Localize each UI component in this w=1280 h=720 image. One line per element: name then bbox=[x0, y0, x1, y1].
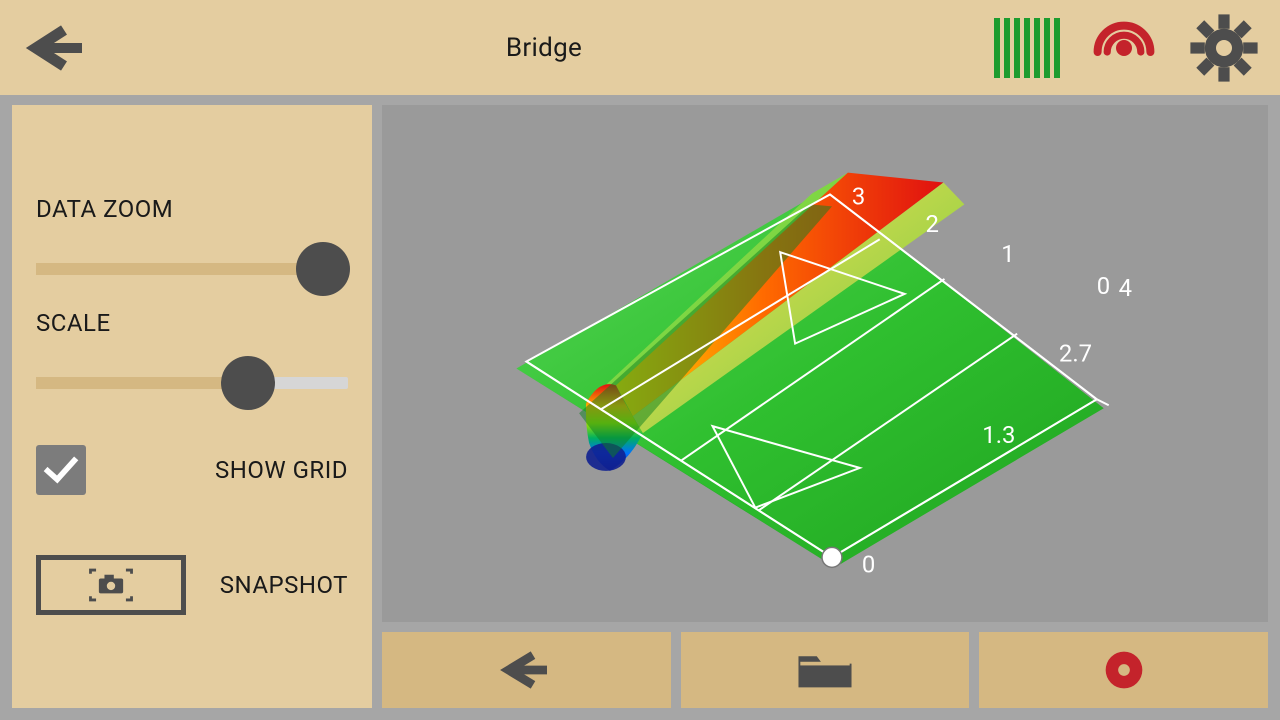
right-column: 3 2 1 0 4 2.7 1.3 0 bbox=[382, 105, 1268, 708]
scale-slider[interactable] bbox=[36, 365, 348, 401]
arrow-left-icon bbox=[14, 18, 94, 78]
axis1-tick: 2 bbox=[926, 210, 939, 238]
toolbar-record-button[interactable] bbox=[979, 632, 1268, 708]
data-zoom-slider[interactable] bbox=[36, 251, 348, 287]
data-zoom-label: DATA ZOOM bbox=[36, 195, 348, 223]
header: Bridge bbox=[0, 0, 1280, 95]
toolbar-back-button[interactable] bbox=[382, 632, 671, 708]
check-icon bbox=[42, 451, 80, 489]
slider-thumb[interactable] bbox=[221, 356, 275, 410]
show-grid-checkbox[interactable] bbox=[36, 445, 86, 495]
viewport-3d[interactable]: 3 2 1 0 4 2.7 1.3 0 bbox=[382, 105, 1268, 622]
back-button[interactable] bbox=[14, 13, 94, 83]
gear-icon[interactable] bbox=[1188, 12, 1260, 84]
show-grid-label: SHOW GRID bbox=[215, 456, 348, 484]
show-grid-row: SHOW GRID bbox=[36, 445, 348, 495]
axis2-tick: 1.3 bbox=[982, 421, 1015, 449]
camera-icon bbox=[83, 566, 139, 604]
axis2-tick: 4 bbox=[1119, 274, 1132, 302]
scale-label: SCALE bbox=[36, 309, 348, 337]
axis2-tick: 2.7 bbox=[1059, 340, 1092, 368]
header-status-icons bbox=[994, 12, 1260, 84]
snapshot-row: SNAPSHOT bbox=[36, 555, 348, 615]
main: DATA ZOOM SCALE SHOW GRID bbox=[0, 95, 1280, 720]
arrow-left-icon bbox=[491, 648, 561, 692]
snapshot-button[interactable] bbox=[36, 555, 186, 615]
axis1-tick: 3 bbox=[852, 182, 865, 210]
bottom-toolbar bbox=[382, 632, 1268, 708]
axis1-tick: 0 bbox=[1097, 272, 1110, 300]
axis1-tick: 1 bbox=[1001, 240, 1014, 268]
signal-bars-icon bbox=[994, 18, 1060, 78]
target-icon bbox=[1088, 12, 1160, 84]
axis2-tick: 0 bbox=[862, 550, 875, 578]
toolbar-folder-button[interactable] bbox=[681, 632, 970, 708]
sidebar: DATA ZOOM SCALE SHOW GRID bbox=[12, 105, 372, 708]
surface3d-plot: 3 2 1 0 4 2.7 1.3 0 bbox=[382, 105, 1268, 622]
snapshot-label: SNAPSHOT bbox=[220, 571, 348, 599]
page-title: Bridge bbox=[94, 33, 994, 63]
slider-thumb[interactable] bbox=[296, 242, 350, 296]
folder-icon bbox=[793, 647, 857, 693]
record-icon bbox=[1099, 645, 1149, 695]
